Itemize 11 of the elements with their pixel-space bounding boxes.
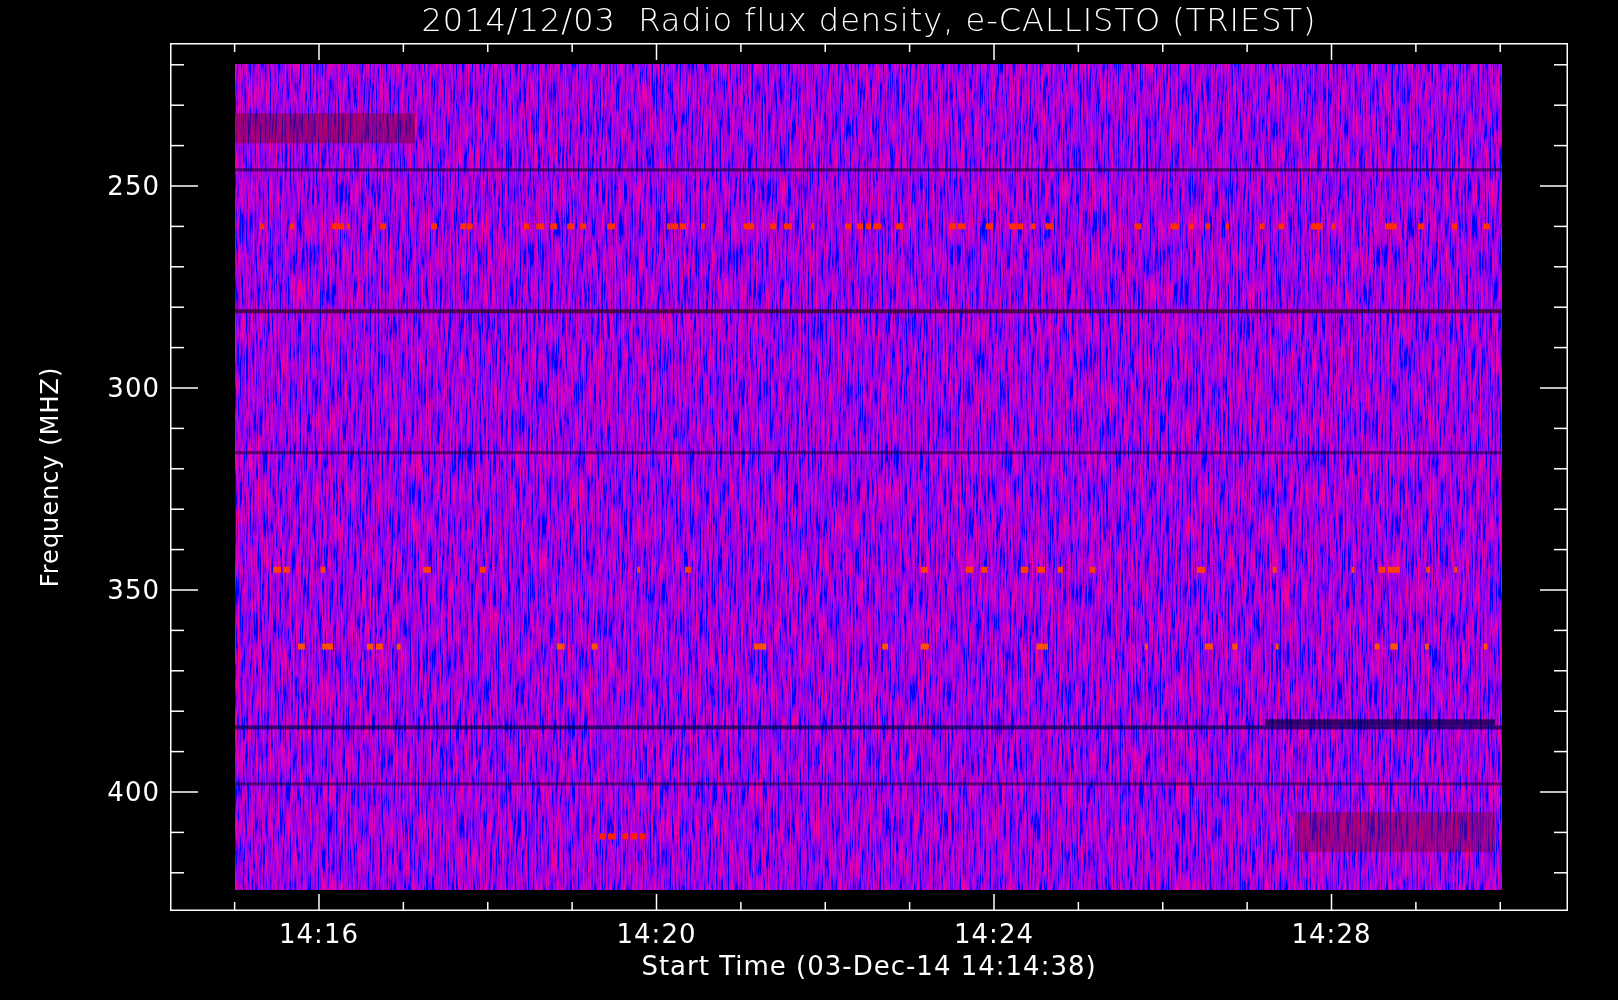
chart-title: 2014/12/03 Radio flux density, e-CALLISTO (TRIEST) xyxy=(421,0,1317,39)
y-tick-label: 350 xyxy=(107,575,160,605)
x-tick-label: 14:28 xyxy=(1291,919,1372,949)
y-tick-label: 300 xyxy=(107,373,160,403)
x-axis-label: Start Time (03-Dec-14 14:14:38) xyxy=(641,951,1097,981)
y-axis-label: Frequency (MHZ) xyxy=(36,366,64,588)
y-tick-label: 250 xyxy=(107,171,160,201)
x-tick-label: 14:20 xyxy=(616,919,697,949)
x-tick-label: 14:16 xyxy=(279,919,359,949)
x-tick-label: 14:24 xyxy=(954,919,1034,949)
y-tick-label: 400 xyxy=(107,777,160,807)
